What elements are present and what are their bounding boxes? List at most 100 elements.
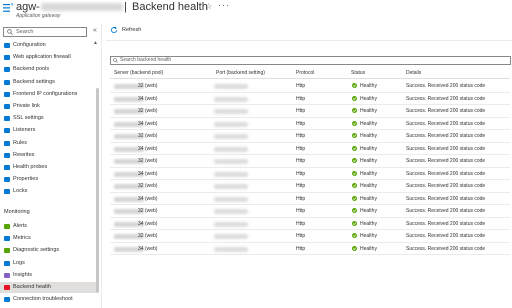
sidebar-item-ssl[interactable]: SSL settings xyxy=(0,113,96,124)
protocol-cell: Http xyxy=(296,158,306,164)
server-cell: 32 (web) xyxy=(138,158,158,164)
private-link-icon xyxy=(4,104,10,109)
more-options-button[interactable]: ··· xyxy=(218,0,230,10)
server-cell: 34 (web) xyxy=(138,145,158,152)
port-cell-redacted xyxy=(214,146,248,152)
healthy-check-icon xyxy=(352,158,357,163)
frontend-ip-icon xyxy=(4,91,10,97)
sidebar-item-label: Insights xyxy=(13,271,32,278)
diagnostic-icon xyxy=(4,248,10,254)
resource-name-redacted xyxy=(41,3,123,11)
sidebar-item-label: Logs xyxy=(13,259,25,266)
details-cell: Success. Received 200 status code xyxy=(406,220,486,227)
sidebar-item-firewall[interactable]: Web application firewall xyxy=(0,52,96,63)
sidebar-item-label: Metrics xyxy=(13,235,31,242)
sidebar-item-private-link[interactable]: Private link xyxy=(0,101,96,112)
port-cell-redacted xyxy=(214,234,248,239)
status-cell: Healthy xyxy=(360,133,377,139)
resource-type-subtitle: Application gateway xyxy=(16,13,61,19)
server-cell: 32 (web) xyxy=(138,83,158,89)
column-header-details[interactable]: Details xyxy=(406,70,421,76)
table-row[interactable]: 32 (web) Http Healthy Success. Received 200… xyxy=(110,230,510,243)
sidebar-item-rules[interactable]: Rules xyxy=(0,138,96,149)
table-row[interactable]: 32 (web) Http Healthy Success. Received 200… xyxy=(110,130,510,143)
table-row[interactable]: 34 (web) Http Healthy Success. Received 200… xyxy=(110,118,510,130)
sidebar-item-health-probes[interactable]: Health probes xyxy=(0,162,96,173)
sidebar-item-backend-pools[interactable]: Backend pools xyxy=(0,64,96,75)
table-row[interactable]: 32 (web) Http Healthy Success. Received 200… xyxy=(110,180,510,193)
refresh-label: Refresh xyxy=(122,27,142,33)
backend-settings-icon xyxy=(4,79,10,85)
sidebar-item-lock[interactable]: Locks xyxy=(0,186,96,197)
table-row[interactable]: 34 (web) Http Healthy Success. Received 200… xyxy=(110,93,510,105)
server-cell: 32 (web) xyxy=(138,133,158,139)
server-cell: 34 (web) xyxy=(138,220,158,227)
status-cell: Healthy xyxy=(360,195,377,202)
table-row[interactable]: 34 (web) Http Healthy Success. Received 200… xyxy=(110,243,510,255)
sidebar-scrollbar[interactable] xyxy=(96,88,99,293)
sidebar-item-label: Connection troubleshoot xyxy=(13,296,73,303)
resource-name-prefix: agw- xyxy=(16,1,40,13)
port-cell-redacted xyxy=(214,121,248,127)
collapse-sidebar-button[interactable]: « xyxy=(93,27,97,34)
metrics-icon xyxy=(4,236,10,242)
table-row[interactable]: 34 (web) Http Healthy Success. Received 200… xyxy=(110,218,510,230)
sidebar-item-rewrites[interactable]: Rewrites xyxy=(0,150,96,161)
backend-pools-icon xyxy=(4,67,10,73)
sidebar-item-backend-settings[interactable]: Backend settings xyxy=(0,77,96,88)
details-cell: Success. Received 200 status code xyxy=(406,233,486,239)
sidebar-item-frontend-ip[interactable]: Frontend IP configurations xyxy=(0,89,96,100)
lock-icon xyxy=(4,189,10,195)
sidebar-item-connection[interactable]: Connection troubleshoot xyxy=(0,294,96,305)
healthy-check-icon xyxy=(352,233,357,238)
sidebar-divider xyxy=(101,24,102,308)
status-cell: Healthy xyxy=(360,108,377,114)
search-icon xyxy=(113,58,118,63)
column-header-server[interactable]: Server (backend pool) xyxy=(114,70,163,76)
details-cell: Success. Received 200 status code xyxy=(406,83,486,89)
healthy-check-icon xyxy=(352,220,357,226)
health-probes-icon xyxy=(4,165,10,170)
table-row[interactable]: 32 (web) Http Healthy Success. Received 200… xyxy=(110,80,510,93)
table-row[interactable]: 34 (web) Http Healthy Success. Received 200… xyxy=(110,143,510,155)
details-cell: Success. Received 200 status code xyxy=(406,120,486,127)
backend-health-search-input[interactable]: Search backend health xyxy=(110,56,511,65)
sidebar-item-label: Web application firewall xyxy=(13,54,71,61)
sidebar-item-insights[interactable]: Insights xyxy=(0,270,96,281)
section-monitoring: Monitoring xyxy=(4,209,30,215)
port-cell-redacted xyxy=(214,196,248,202)
healthy-check-icon xyxy=(352,195,357,201)
sidebar-item-metrics[interactable]: Metrics xyxy=(0,233,96,244)
table-row[interactable]: 34 (web) Http Healthy Success. Received 200… xyxy=(110,193,510,205)
protocol-cell: Http xyxy=(296,108,306,114)
sidebar-item-label: Frontend IP configurations xyxy=(13,90,78,97)
sidebar-item-diagnostic[interactable]: Diagnostic settings xyxy=(0,245,96,256)
port-cell-redacted xyxy=(214,184,248,189)
column-header-port[interactable]: Port (backend setting) xyxy=(216,70,265,76)
sidebar-item-properties[interactable]: Properties xyxy=(0,174,96,185)
table-row[interactable]: 32 (web) Http Healthy Success. Received 200… xyxy=(110,155,510,168)
configuration-icon xyxy=(4,43,10,48)
ssl-icon xyxy=(4,116,10,122)
table-row[interactable]: 32 (web) Http Healthy Success. Received 200… xyxy=(110,105,510,118)
status-cell: Healthy xyxy=(360,208,377,214)
sidebar-item-label: Configuration xyxy=(13,42,46,48)
protocol-cell: Http xyxy=(296,183,306,189)
column-header-status[interactable]: Status xyxy=(351,70,365,76)
sidebar-item-logs[interactable]: Logs xyxy=(0,258,96,269)
server-cell: 34 (web) xyxy=(138,195,158,202)
healthy-check-icon xyxy=(352,245,357,251)
sidebar-search-input[interactable]: Search xyxy=(3,27,87,37)
rules-icon xyxy=(4,140,10,146)
favorite-star-icon[interactable]: ☆ xyxy=(205,2,212,11)
sidebar-item-listeners[interactable]: Listeners xyxy=(0,125,96,136)
table-row[interactable]: 34 (web) Http Healthy Success. Received 200… xyxy=(110,168,510,180)
sidebar-item-alerts[interactable]: Alerts xyxy=(0,221,96,232)
table-row[interactable]: 32 (web) Http Healthy Success. Received 200… xyxy=(110,205,510,218)
details-cell: Success. Received 200 status code xyxy=(406,108,486,114)
hamburger-menu-icon[interactable] xyxy=(3,3,13,13)
column-header-protocol[interactable]: Protocol xyxy=(296,70,314,76)
details-cell: Success. Received 200 status code xyxy=(406,158,486,164)
sidebar-item-heart[interactable]: Backend health xyxy=(0,282,96,293)
sidebar-item-configuration[interactable]: Configuration xyxy=(0,40,96,51)
